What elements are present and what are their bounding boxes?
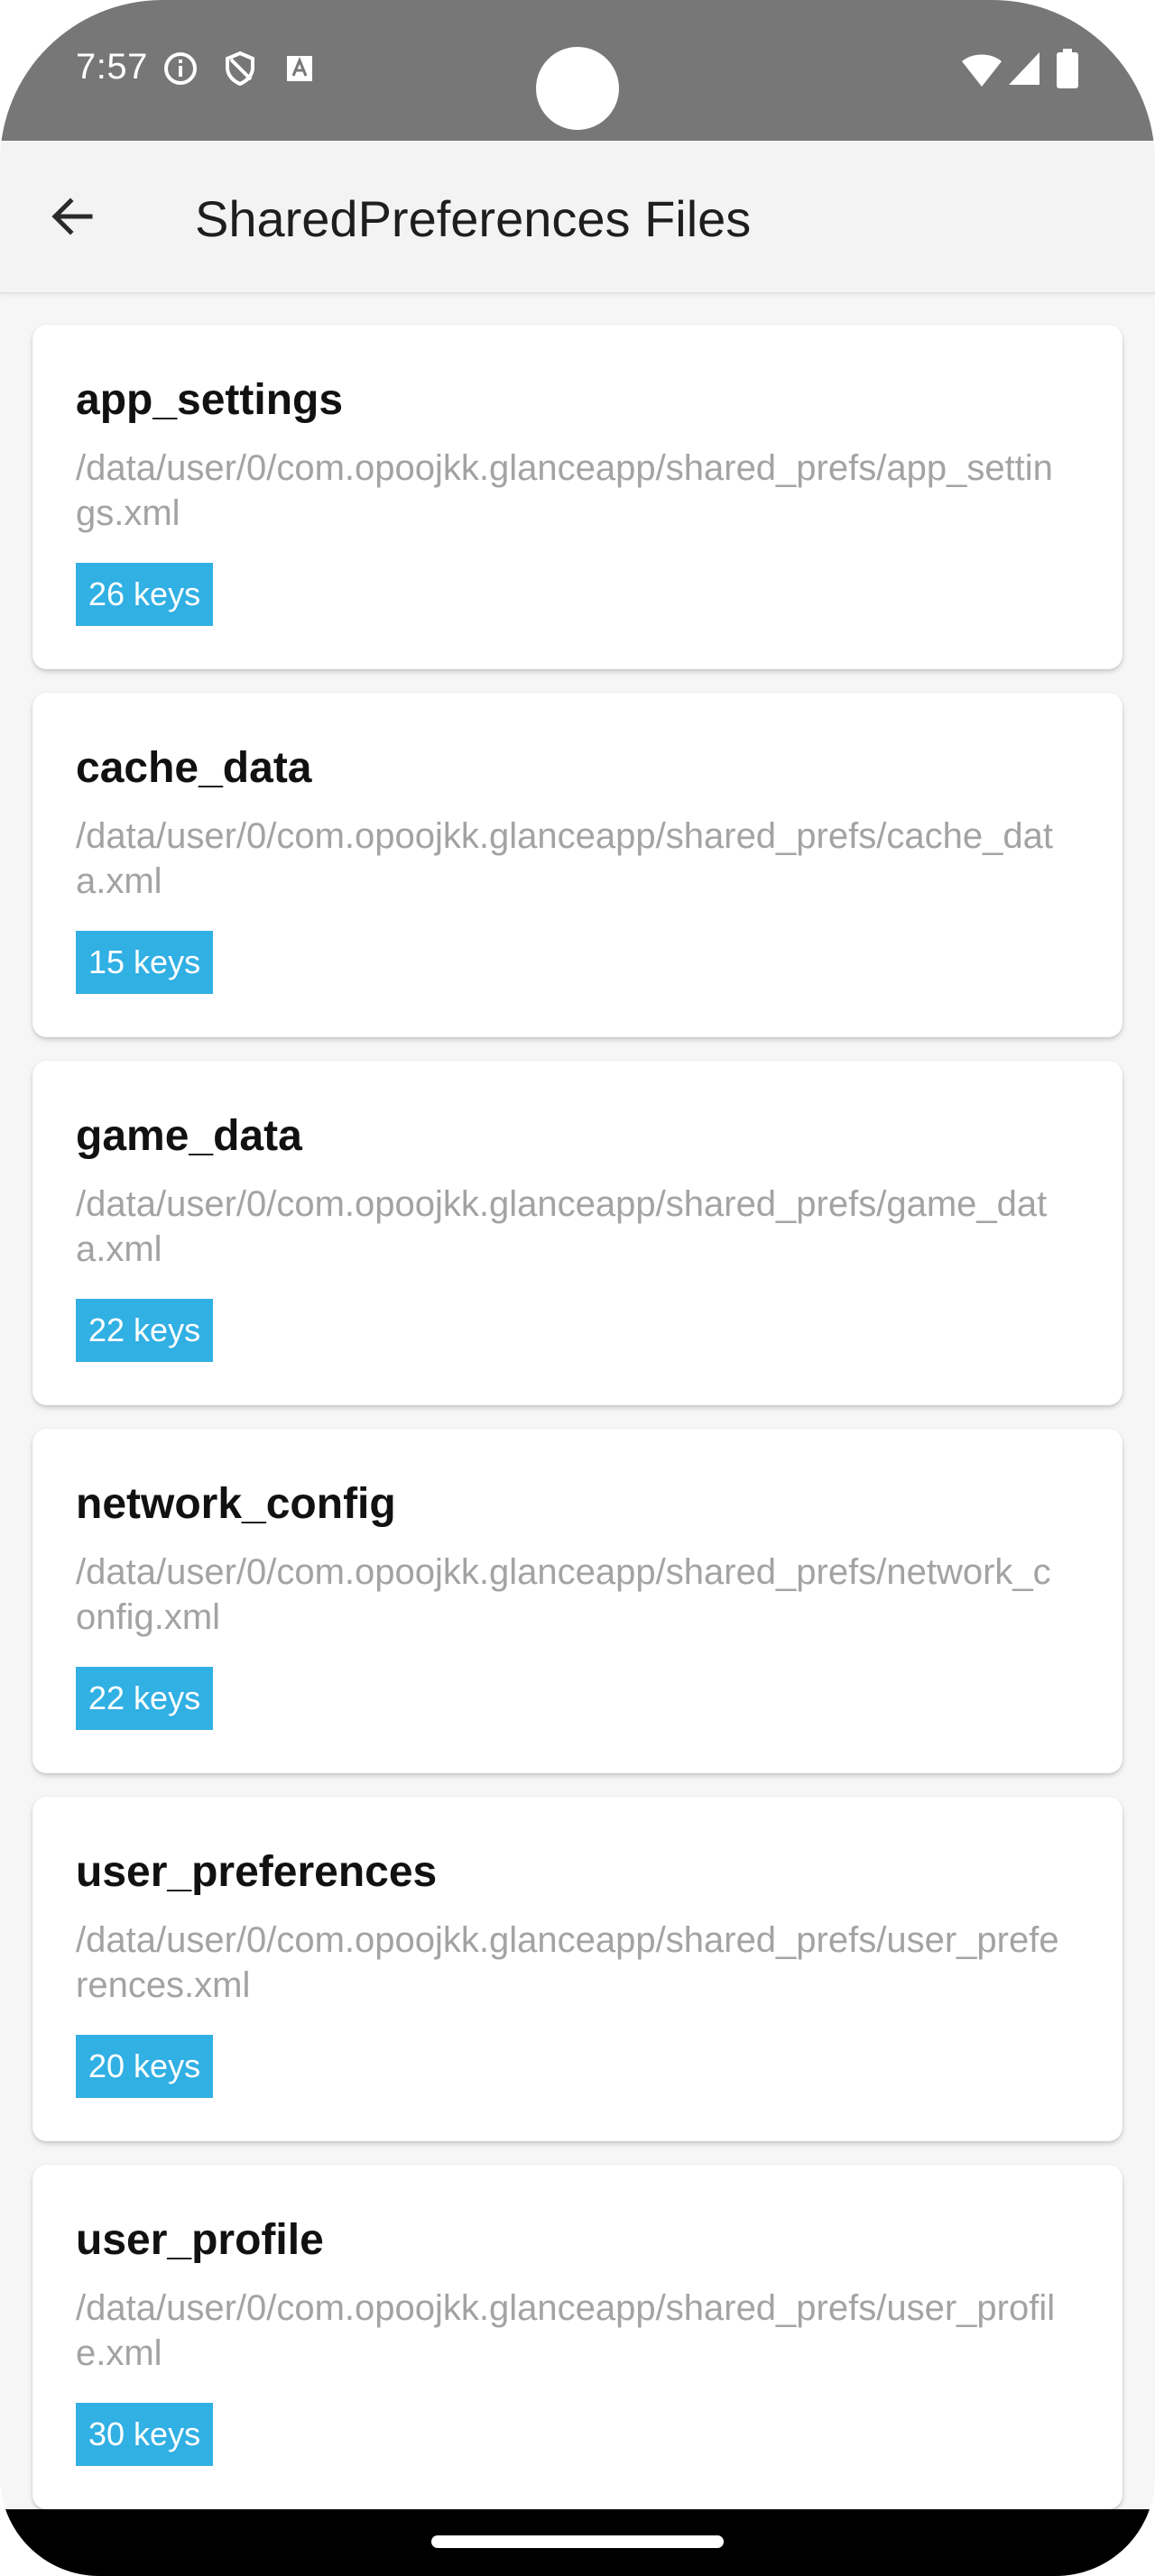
shield-icon [222, 51, 258, 87]
file-path: /data/user/0/com.opoojkk.glanceapp/share… [76, 2288, 1056, 2373]
key-count-badge: 26 keys [76, 563, 214, 626]
font-icon [282, 51, 318, 87]
file-path: /data/user/0/com.opoojkk.glanceapp/share… [76, 816, 1053, 901]
arrow-back-icon [51, 198, 93, 235]
file-name: cache_data [76, 744, 312, 792]
info-icon [162, 51, 199, 87]
wifi-icon [960, 51, 1003, 90]
file-card[interactable]: game_data /data/user/0/com.opoojkk.glanc… [32, 1061, 1123, 1405]
file-card[interactable]: user_preferences /data/user/0/com.opoojk… [32, 1797, 1123, 2141]
home-indicator[interactable] [431, 2535, 724, 2548]
back-button[interactable] [36, 180, 108, 253]
file-name: app_settings [76, 376, 344, 424]
status-bar: 7:57 [0, 0, 1155, 141]
file-card[interactable]: cache_data /data/user/0/com.opoojkk.glan… [32, 693, 1123, 1037]
key-count-badge: 22 keys [76, 1299, 214, 1362]
key-count-badge: 22 keys [76, 1667, 214, 1730]
file-card[interactable]: user_profile /data/user/0/com.opoojkk.gl… [32, 2165, 1123, 2509]
file-path: /data/user/0/com.opoojkk.glanceapp/share… [76, 448, 1053, 533]
app-bar: SharedPreferences Files [0, 141, 1155, 294]
key-count-badge: 30 keys [76, 2403, 214, 2466]
page-title: SharedPreferences Files [195, 190, 752, 247]
key-count-badge: 15 keys [76, 931, 214, 994]
file-path: /data/user/0/com.opoojkk.glanceapp/share… [76, 1920, 1059, 2005]
file-name: game_data [76, 1112, 302, 1160]
file-name: user_profile [76, 2216, 324, 2264]
key-count-badge: 20 keys [76, 2035, 214, 2098]
signal-icon [1007, 51, 1043, 87]
file-name: user_preferences [76, 1848, 438, 1896]
device-screen: 7:57 SharedPreferences Files app_setting… [0, 0, 1155, 2576]
file-path: /data/user/0/com.opoojkk.glanceapp/share… [76, 1184, 1048, 1269]
camera-cutout [536, 47, 619, 130]
file-card[interactable]: app_settings /data/user/0/com.opoojkk.gl… [32, 325, 1123, 669]
file-card[interactable]: network_config /data/user/0/com.opoojkk.… [32, 1429, 1123, 1773]
file-name: network_config [76, 1480, 396, 1528]
status-time: 7:57 [76, 47, 148, 87]
file-path: /data/user/0/com.opoojkk.glanceapp/share… [76, 1552, 1051, 1637]
file-list: app_settings /data/user/0/com.opoojkk.gl… [32, 325, 1123, 2533]
battery-icon [1056, 49, 1079, 88]
